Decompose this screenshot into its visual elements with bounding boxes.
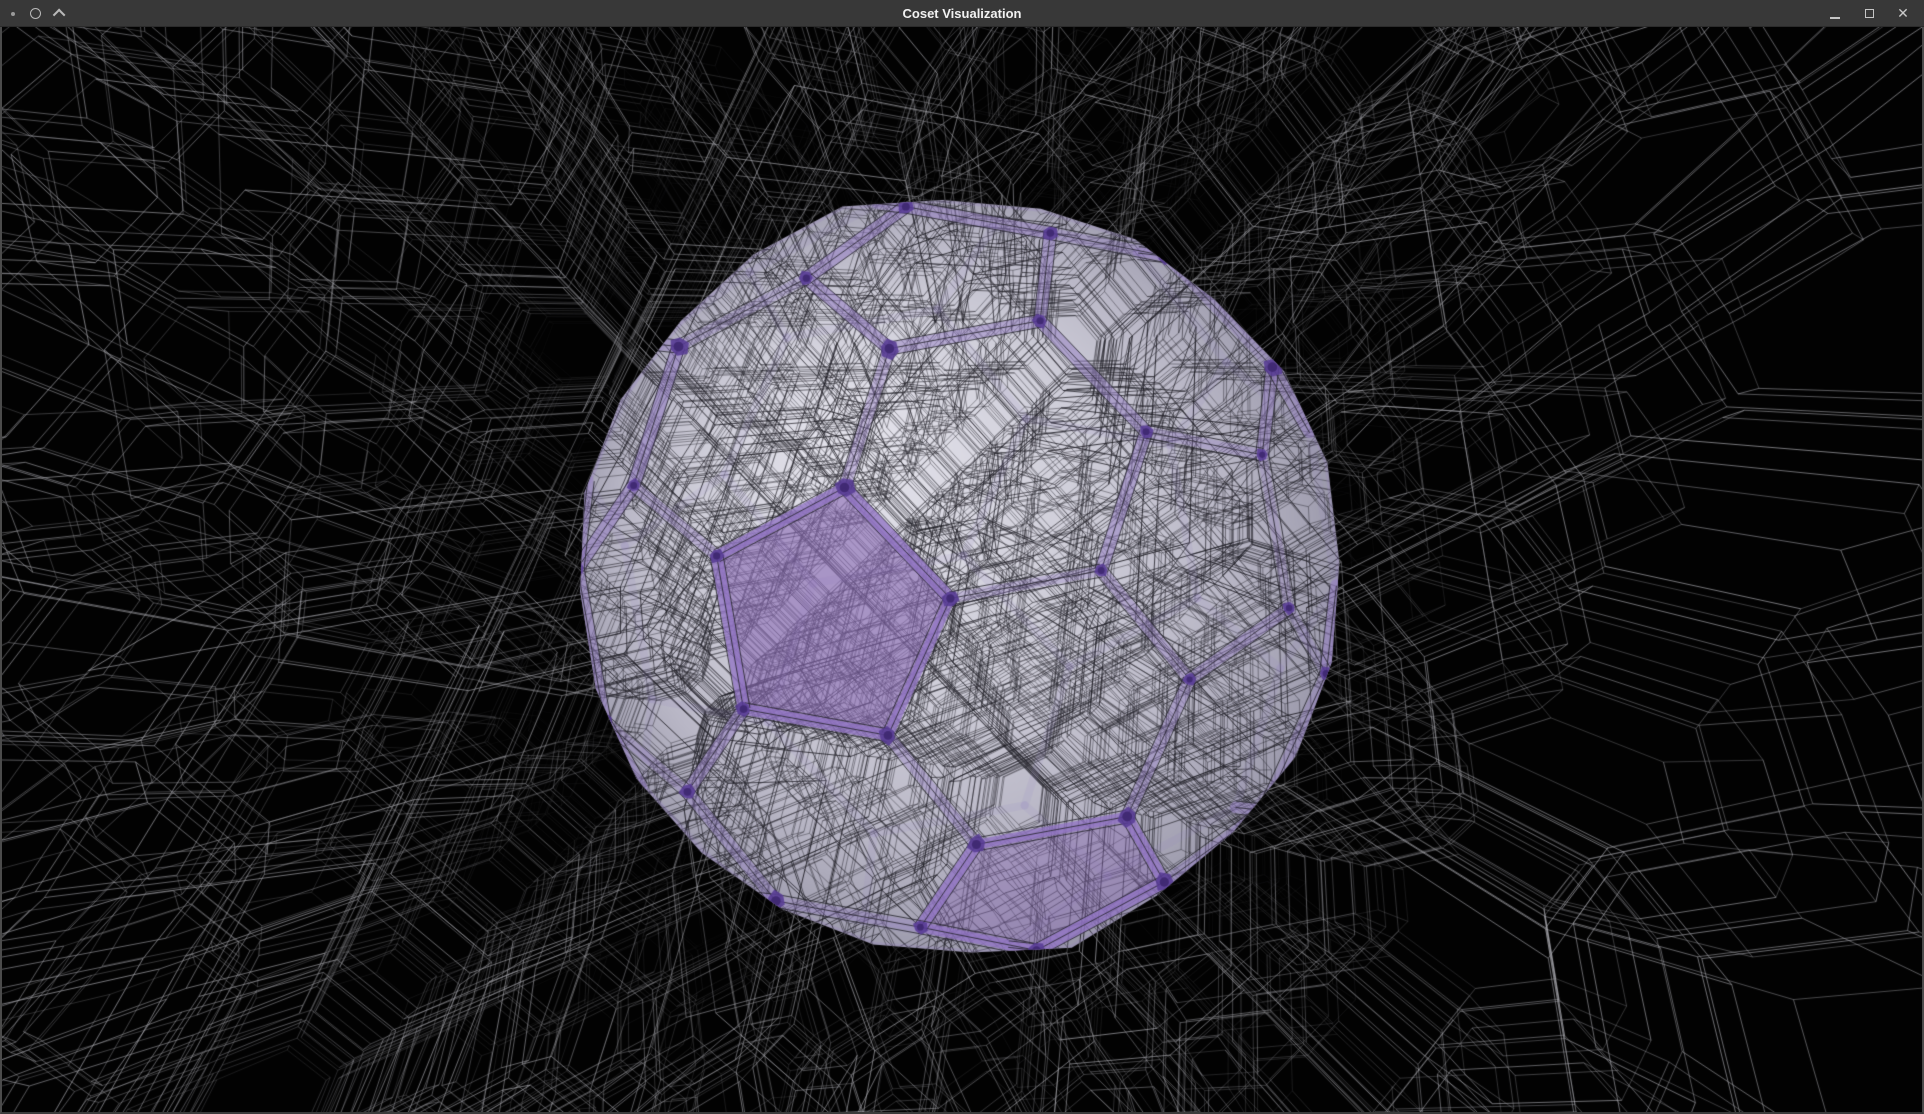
close-button[interactable]: ✕	[1896, 0, 1910, 27]
chevron-up-icon[interactable]	[53, 9, 66, 22]
window-title: Coset Visualization	[0, 0, 1924, 27]
circle-icon[interactable]	[30, 8, 41, 19]
titlebar-left-icons	[0, 0, 65, 27]
coset-canvas[interactable]	[2, 27, 1922, 1112]
viewport-frame	[0, 27, 1924, 1114]
dot-indicator-icon	[11, 12, 15, 16]
maximize-button[interactable]	[1862, 0, 1876, 27]
minimize-icon	[1830, 17, 1840, 19]
minimize-button[interactable]	[1828, 0, 1842, 27]
window-controls: ✕	[1828, 0, 1924, 27]
maximize-icon	[1865, 9, 1874, 18]
titlebar[interactable]: Coset Visualization ✕	[0, 0, 1924, 27]
